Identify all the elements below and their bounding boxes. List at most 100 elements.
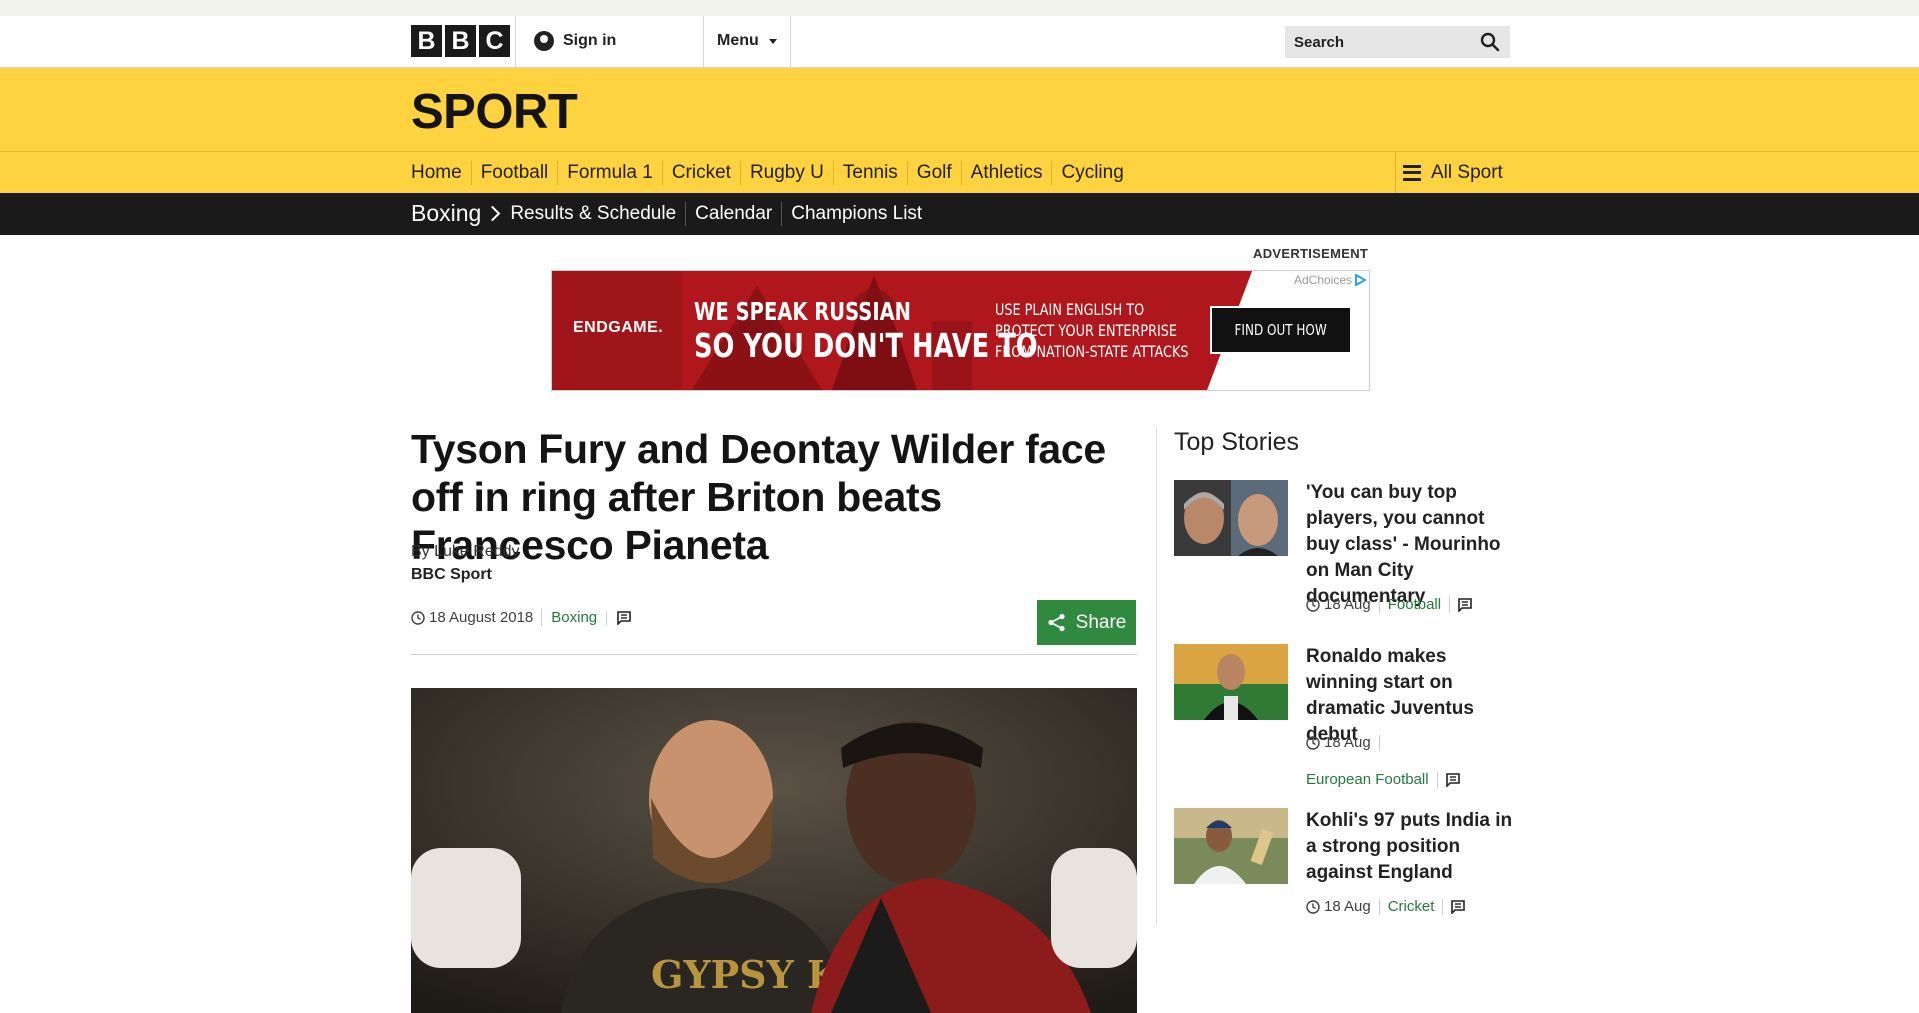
browser-top-strip xyxy=(0,0,1919,16)
share-button[interactable]: Share xyxy=(1037,600,1136,645)
story-time: 18 Aug xyxy=(1324,734,1371,751)
comment-icon[interactable] xyxy=(1458,597,1472,612)
hamburger-icon xyxy=(1403,164,1421,181)
advertisement-label: ADVERTISEMENT xyxy=(1253,246,1369,261)
story-thumbnail[interactable] xyxy=(1174,480,1288,556)
meta-separator xyxy=(1378,898,1380,915)
search-icon[interactable] xyxy=(1480,32,1500,52)
search-bar xyxy=(1285,26,1510,58)
kohli-photo xyxy=(1174,808,1288,884)
story-title[interactable]: Ronaldo makes winning start on dramatic … xyxy=(1306,644,1514,748)
sidebar-divider xyxy=(1156,427,1157,925)
meta-separator xyxy=(1449,596,1451,613)
story-meta: 18 Aug Football xyxy=(1306,596,1516,613)
ronaldo-photo xyxy=(1174,644,1288,720)
sign-in-label: Sign in xyxy=(563,32,617,49)
masthead-divider xyxy=(703,16,704,67)
ad-brand: ENDGAME. xyxy=(573,319,664,336)
nav-item-cycling[interactable]: Cycling xyxy=(1051,161,1132,185)
nav-item-cricket[interactable]: Cricket xyxy=(661,161,740,185)
nav-item-rugby-union[interactable]: Rugby U xyxy=(739,161,833,185)
adchoices-label: AdChoices xyxy=(1293,273,1352,287)
story-tag-link[interactable]: Cricket xyxy=(1388,898,1435,915)
ad-cta-label: FIND OUT HOW xyxy=(1234,321,1328,339)
meta-divider xyxy=(411,654,1137,655)
meta-separator xyxy=(1378,734,1380,751)
nav-item-home[interactable]: Home xyxy=(411,161,471,185)
nav-item-athletics[interactable]: Athletics xyxy=(960,161,1052,185)
nav-item-tennis[interactable]: Tennis xyxy=(832,161,907,185)
boxing-section-link[interactable]: Boxing xyxy=(411,200,481,227)
results-schedule-link[interactable]: Results & Schedule xyxy=(510,202,685,226)
sport-title[interactable]: SPORT xyxy=(411,84,578,140)
sign-in-link[interactable]: Sign in xyxy=(533,30,616,52)
advertisement-banner[interactable]: ENDGAME. WE SPEAK RUSSIAN SO YOU DON'T H… xyxy=(551,270,1370,391)
adchoices-link[interactable]: AdChoices xyxy=(1294,273,1366,287)
ad-headline-1: WE SPEAK RUSSIAN xyxy=(694,297,911,326)
masthead-divider xyxy=(515,16,516,67)
comment-icon xyxy=(617,610,631,625)
ad-subtext-line: FROM NATION-STATE ATTACKS xyxy=(995,342,1189,361)
sport-nav: Home Football Formula 1 Cricket Rugby U … xyxy=(0,152,1919,193)
all-sport-button[interactable]: All Sport xyxy=(1395,152,1503,193)
ad-cta-button[interactable]: FIND OUT HOW xyxy=(1210,306,1352,354)
clock-icon xyxy=(1306,899,1320,914)
ad-subtext-line: USE PLAIN ENGLISH TO xyxy=(995,300,1145,319)
story-meta: 18 Aug European Football xyxy=(1306,734,1516,788)
meta-separator xyxy=(1378,596,1380,613)
story-title[interactable]: Kohli's 97 puts India in a strong positi… xyxy=(1306,808,1514,886)
nav-item-formula-1[interactable]: Formula 1 xyxy=(557,161,662,185)
article-date: 18 August 2018 xyxy=(429,609,534,626)
story-tag-link[interactable]: Football xyxy=(1388,596,1441,613)
story-tag-link[interactable]: European Football xyxy=(1306,771,1429,788)
share-icon xyxy=(1048,613,1065,632)
story-thumbnail[interactable] xyxy=(1174,644,1288,720)
champions-list-link[interactable]: Champions List xyxy=(781,201,931,226)
adchoices-icon xyxy=(1355,274,1366,286)
all-sport-label: All Sport xyxy=(1431,161,1503,183)
meta-separator xyxy=(1442,898,1444,915)
comment-icon[interactable] xyxy=(1451,899,1466,914)
nav-item-golf[interactable]: Golf xyxy=(906,161,961,185)
meta-separator xyxy=(1436,771,1438,788)
ad-subtext-line: PROTECT YOUR ENTERPRISE xyxy=(995,321,1178,340)
bbc-logo-letter: C xyxy=(479,25,510,57)
boxing-subnav: Boxing Results & Schedule Calendar Champ… xyxy=(0,193,1919,235)
chevron-right-icon xyxy=(485,205,501,222)
article-hero-image: GYPSY KING xyxy=(411,688,1137,1013)
story-thumbnail[interactable] xyxy=(1174,808,1288,884)
bbc-masthead: B B C Sign in Menu xyxy=(0,16,1919,68)
clock-icon xyxy=(1306,597,1320,612)
story-time: 18 Aug xyxy=(1324,898,1371,915)
story-title[interactable]: 'You can buy top players, you cannot buy… xyxy=(1306,480,1514,610)
nav-item-football[interactable]: Football xyxy=(470,161,558,185)
bbc-logo-letter: B xyxy=(445,25,476,57)
menu-label: Menu xyxy=(717,32,759,49)
calendar-link[interactable]: Calendar xyxy=(685,201,781,226)
top-story-item[interactable]: Ronaldo makes winning start on dramatic … xyxy=(1174,644,1510,788)
comments-link[interactable] xyxy=(606,610,631,625)
mourinho-guardiola-photo xyxy=(1174,480,1288,556)
menu-button[interactable]: Menu xyxy=(717,32,777,50)
bbc-logo[interactable]: B B C xyxy=(411,25,510,57)
boxers-photo: GYPSY KING xyxy=(411,688,1137,1013)
bbc-logo-letter: B xyxy=(411,25,442,57)
user-icon xyxy=(534,31,554,51)
search-input[interactable] xyxy=(1292,32,1466,52)
story-time: 18 Aug xyxy=(1324,596,1371,613)
clock-icon xyxy=(411,610,425,625)
sport-header: SPORT xyxy=(0,68,1919,152)
article-headline: Tyson Fury and Deontay Wilder face off i… xyxy=(411,426,1106,568)
article-meta: 18 August 2018 Boxing xyxy=(411,609,631,626)
masthead-divider xyxy=(790,16,791,67)
article-category-link[interactable]: Boxing xyxy=(541,609,606,626)
ad-headline-2: SO YOU DON'T HAVE TO xyxy=(694,326,1038,365)
top-story-item[interactable]: 'You can buy top players, you cannot buy… xyxy=(1174,480,1510,620)
clock-icon xyxy=(1306,735,1320,750)
top-story-item[interactable]: Kohli's 97 puts India in a strong positi… xyxy=(1174,808,1512,928)
ad-subtext: USE PLAIN ENGLISH TO PROTECT YOUR ENTERP… xyxy=(995,299,1189,362)
share-label: Share xyxy=(1075,611,1127,633)
top-stories-title: Top Stories xyxy=(1174,428,1300,456)
comment-icon[interactable] xyxy=(1445,772,1460,787)
caret-down-icon xyxy=(768,38,777,44)
